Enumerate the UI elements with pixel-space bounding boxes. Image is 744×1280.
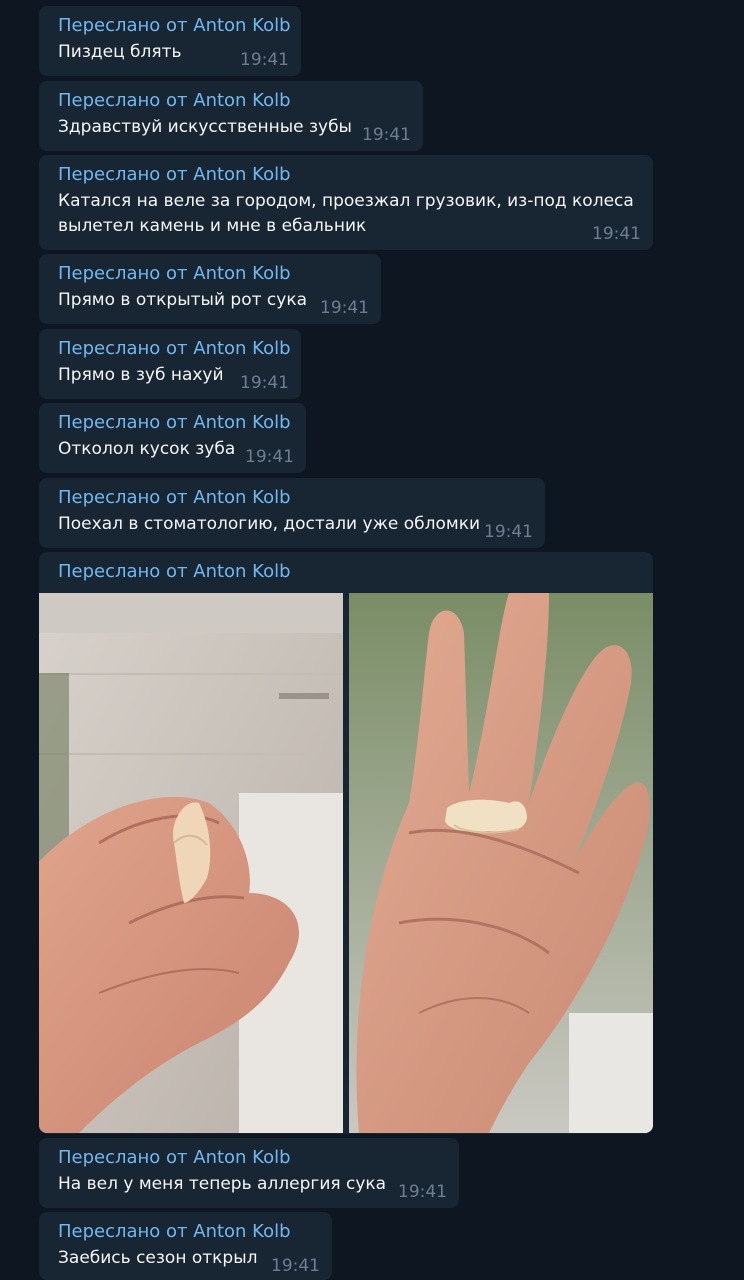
message-time: 19:41	[240, 373, 289, 393]
forwarded-from-link[interactable]: Переслано от Anton Kolb	[58, 15, 291, 37]
message-time: 19:41	[245, 447, 294, 467]
message-time: 19:41	[362, 125, 411, 145]
message-time: 19:41	[484, 522, 533, 542]
message-time: 19:41	[398, 1182, 447, 1202]
photo-tooth-on-palm[interactable]	[349, 593, 653, 1133]
message-bubble[interactable]: Переслано от Anton Kolb Отколол кусок зу…	[39, 403, 306, 473]
message-bubble[interactable]: Переслано от Anton Kolb Прямо в открытый…	[39, 254, 381, 324]
message-text: Прямо в зуб нахуй	[58, 365, 224, 385]
message-time: 19:41	[592, 224, 641, 244]
forwarded-from-link[interactable]: Переслано от Anton Kolb	[58, 1147, 291, 1169]
forwarded-from-link[interactable]: Переслано от Anton Kolb	[58, 412, 291, 434]
forwarded-from-link[interactable]: Переслано от Anton Kolb	[58, 561, 291, 583]
forwarded-from-link[interactable]: Переслано от Anton Kolb	[58, 487, 291, 509]
forwarded-from-link[interactable]: Переслано от Anton Kolb	[58, 1221, 291, 1243]
message-text: Поехал в стоматологию, достали уже облом…	[58, 514, 481, 534]
message-bubble[interactable]: Переслано от Anton Kolb На вел у меня те…	[39, 1138, 459, 1208]
message-bubble[interactable]: Переслано от Anton Kolb Поехал в стомато…	[39, 478, 545, 548]
forwarded-from-link[interactable]: Переслано от Anton Kolb	[58, 90, 291, 112]
chat-history[interactable]: Переслано от Anton Kolb Пиздец блять 19:…	[0, 0, 744, 1280]
message-time: 19:41	[271, 1256, 320, 1276]
message-bubble[interactable]: Переслано от Anton Kolb Здравствуй искус…	[39, 81, 423, 151]
message-bubble[interactable]: Переслано от Anton Kolb Заебись сезон от…	[39, 1212, 332, 1280]
message-text: Отколол кусок зуба	[58, 439, 236, 459]
message-text: Прямо в открытый рот сука	[58, 290, 308, 310]
forwarded-from-link[interactable]: Переслано от Anton Kolb	[58, 164, 291, 186]
photo-tooth-fragment[interactable]	[39, 593, 343, 1133]
message-text-line-2: вылетел камень и мне в ебальник	[58, 216, 367, 236]
message-text: Заебись сезон открыл	[58, 1248, 258, 1268]
message-text: На вел у меня теперь аллергия сука	[58, 1174, 387, 1194]
message-text-line-1: Катался на веле за городом, проезжал гру…	[58, 191, 634, 211]
message-bubble[interactable]: Переслано от Anton Kolb Пиздец блять 19:…	[39, 6, 301, 76]
message-time: 19:41	[240, 50, 289, 70]
forwarded-from-link[interactable]: Переслано от Anton Kolb	[58, 263, 291, 285]
message-bubble[interactable]: Переслано от Anton Kolb Прямо в зуб наху…	[39, 329, 301, 399]
message-time: 19:41	[320, 298, 369, 318]
message-bubble[interactable]: Переслано от Anton Kolb Катался на веле …	[39, 155, 653, 250]
photo-message-bubble[interactable]: Переслано от Anton Kolb	[39, 552, 653, 1134]
message-text: Здравствуй искусственные зубы	[58, 117, 352, 137]
message-text: Пиздец блять	[58, 42, 182, 62]
forwarded-from-link[interactable]: Переслано от Anton Kolb	[58, 338, 291, 360]
